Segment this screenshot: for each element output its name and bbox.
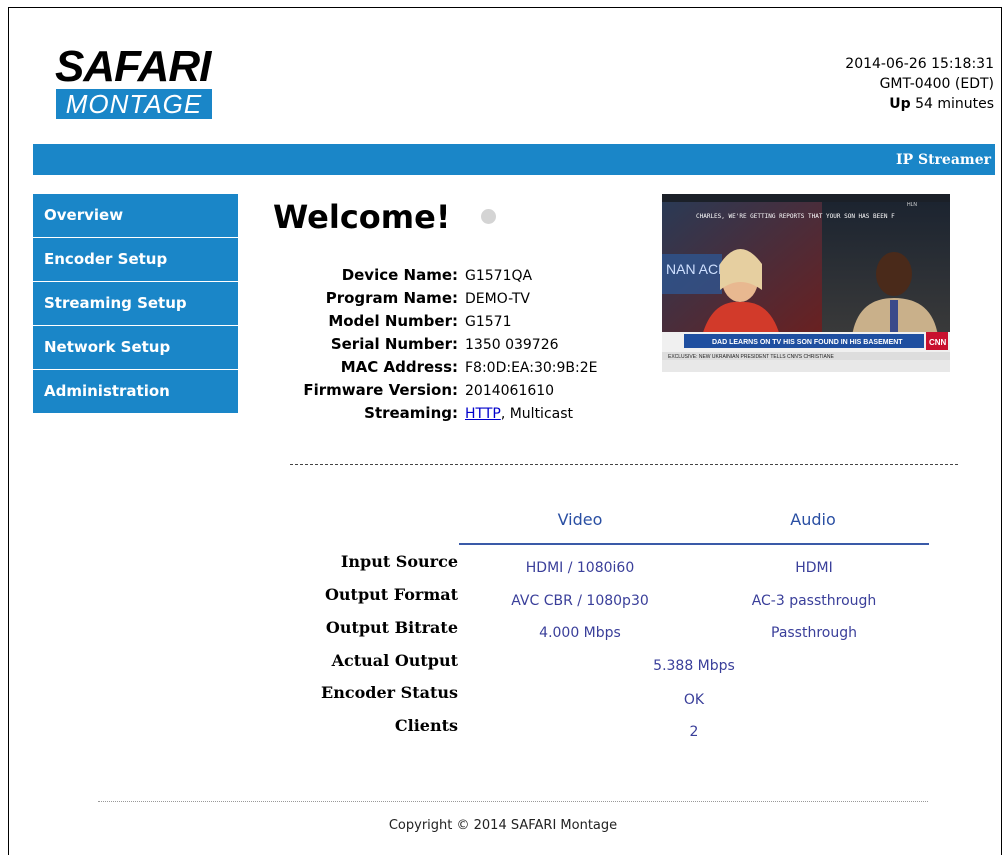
detail-row: Program Name: DEMO-TV: [266, 287, 598, 310]
sidebar-item-network-setup[interactable]: Network Setup: [33, 326, 238, 369]
timezone: GMT-0400 (EDT): [879, 76, 994, 92]
sidebar-nav: Overview Encoder Setup Streaming Setup N…: [33, 194, 238, 414]
detail-row: Firmware Version: 2014061610: [266, 379, 598, 402]
stat-label-input-source: Input Source: [340, 552, 458, 571]
detail-row: Model Number: G1571: [266, 310, 598, 333]
device-details: Device Name: G1571QA Program Name: DEMO-TV…: [266, 264, 598, 425]
stat-value-encoder-status: OK: [683, 692, 705, 708]
system-info: 2014-06-26 15:18:31 GMT-0400 (EDT) Up 54…: [845, 54, 994, 114]
section-title: IP Streamer: [896, 152, 991, 168]
corner-bug-text: HLN: [907, 202, 917, 208]
uptime-value: 54 minutes: [915, 96, 994, 112]
page-title: Welcome!: [273, 198, 451, 236]
detail-value: G1571: [465, 314, 512, 330]
detail-label: Program Name:: [325, 289, 458, 307]
detail-value: DEMO-TV: [465, 291, 531, 307]
stat-label-actual-output: Actual Output: [331, 651, 458, 670]
stat-value-input-video: HDMI / 1080i60: [525, 560, 635, 576]
closed-caption-text: CHARLES, WE'RE GETTING REPORTS THAT YOUR…: [696, 213, 895, 220]
stat-label-output-bitrate: Output Bitrate: [325, 618, 458, 637]
stat-value-input-audio: HDMI: [795, 560, 833, 576]
column-header-video: Video: [557, 510, 603, 529]
detail-value: 2014061610: [465, 383, 555, 399]
stat-value-bitrate-video: 4.000 Mbps: [539, 625, 621, 641]
streaming-value: HTTP, Multicast: [465, 403, 573, 426]
video-preview: NAN ACE CHARLES, WE'RE GETTING REPORTS T…: [662, 194, 950, 372]
stat-label-encoder-status: Encoder Status: [321, 683, 458, 702]
uptime-label: Up: [889, 96, 911, 112]
detail-row: Device Name: G1571QA: [266, 264, 598, 287]
copyright-text: Copyright © 2014 SAFARI Montage: [388, 818, 618, 833]
footer-divider: [98, 801, 928, 802]
streaming-label: Streaming:: [364, 404, 458, 422]
streaming-row: Streaming: HTTP, Multicast: [266, 402, 598, 425]
logo-bottom-text: MONTAGE: [56, 89, 212, 119]
news-headline-text: DAD LEARNS ON TV HIS SON FOUND IN HIS BA…: [712, 339, 903, 346]
detail-label: MAC Address:: [340, 358, 458, 376]
datetime: 2014-06-26 15:18:31: [845, 56, 994, 72]
column-header-audio: Audio: [790, 510, 836, 529]
sidebar-item-streaming-setup[interactable]: Streaming Setup: [33, 282, 238, 325]
detail-label: Serial Number:: [330, 335, 458, 353]
safari-montage-logo: SAFARI MONTAGE: [55, 45, 215, 125]
network-logo-text: CNN: [929, 338, 947, 347]
detail-label: Model Number:: [328, 312, 458, 330]
page-frame: [8, 7, 1002, 855]
status-indicator-icon: [481, 209, 496, 224]
detail-row: Serial Number: 1350 039726: [266, 333, 598, 356]
show-title-text: NAN ACE: [666, 261, 727, 277]
stat-value-format-video: AVC CBR / 1080p30: [511, 593, 649, 609]
logo-top-text: SAFARI: [55, 42, 211, 91]
sidebar-item-encoder-setup[interactable]: Encoder Setup: [33, 238, 238, 281]
detail-label: Firmware Version:: [303, 381, 458, 399]
stat-value-clients: 2: [689, 724, 699, 740]
detail-label: Device Name:: [341, 266, 458, 284]
detail-row: MAC Address: F8:0D:EA:30:9B:2E: [266, 356, 598, 379]
http-stream-link[interactable]: HTTP: [465, 406, 501, 422]
video-frame-image: NAN ACE CHARLES, WE'RE GETTING REPORTS T…: [662, 194, 950, 372]
stat-value-actual-output: 5.388 Mbps: [653, 658, 735, 674]
stat-value-bitrate-audio: Passthrough: [771, 625, 857, 641]
stat-label-output-format: Output Format: [324, 585, 458, 604]
uptime: Up 54 minutes: [845, 94, 994, 114]
stat-label-clients: Clients: [394, 716, 458, 735]
news-ticker-text: EXCLUSIVE: NEW UKRAINIAN PRESIDENT TELLS…: [668, 354, 834, 360]
title-bar: IP Streamer: [33, 144, 995, 175]
section-divider: [290, 464, 958, 465]
detail-value: 1350 039726: [465, 337, 559, 353]
sidebar-item-administration[interactable]: Administration: [33, 370, 238, 413]
streaming-rest: , Multicast: [500, 406, 574, 422]
sidebar-item-overview[interactable]: Overview: [33, 194, 238, 237]
detail-value: F8:0D:EA:30:9B:2E: [465, 360, 598, 376]
header-underline: [459, 543, 929, 545]
stat-value-format-audio: AC-3 passthrough: [751, 593, 877, 609]
detail-value: G1571QA: [465, 268, 533, 284]
